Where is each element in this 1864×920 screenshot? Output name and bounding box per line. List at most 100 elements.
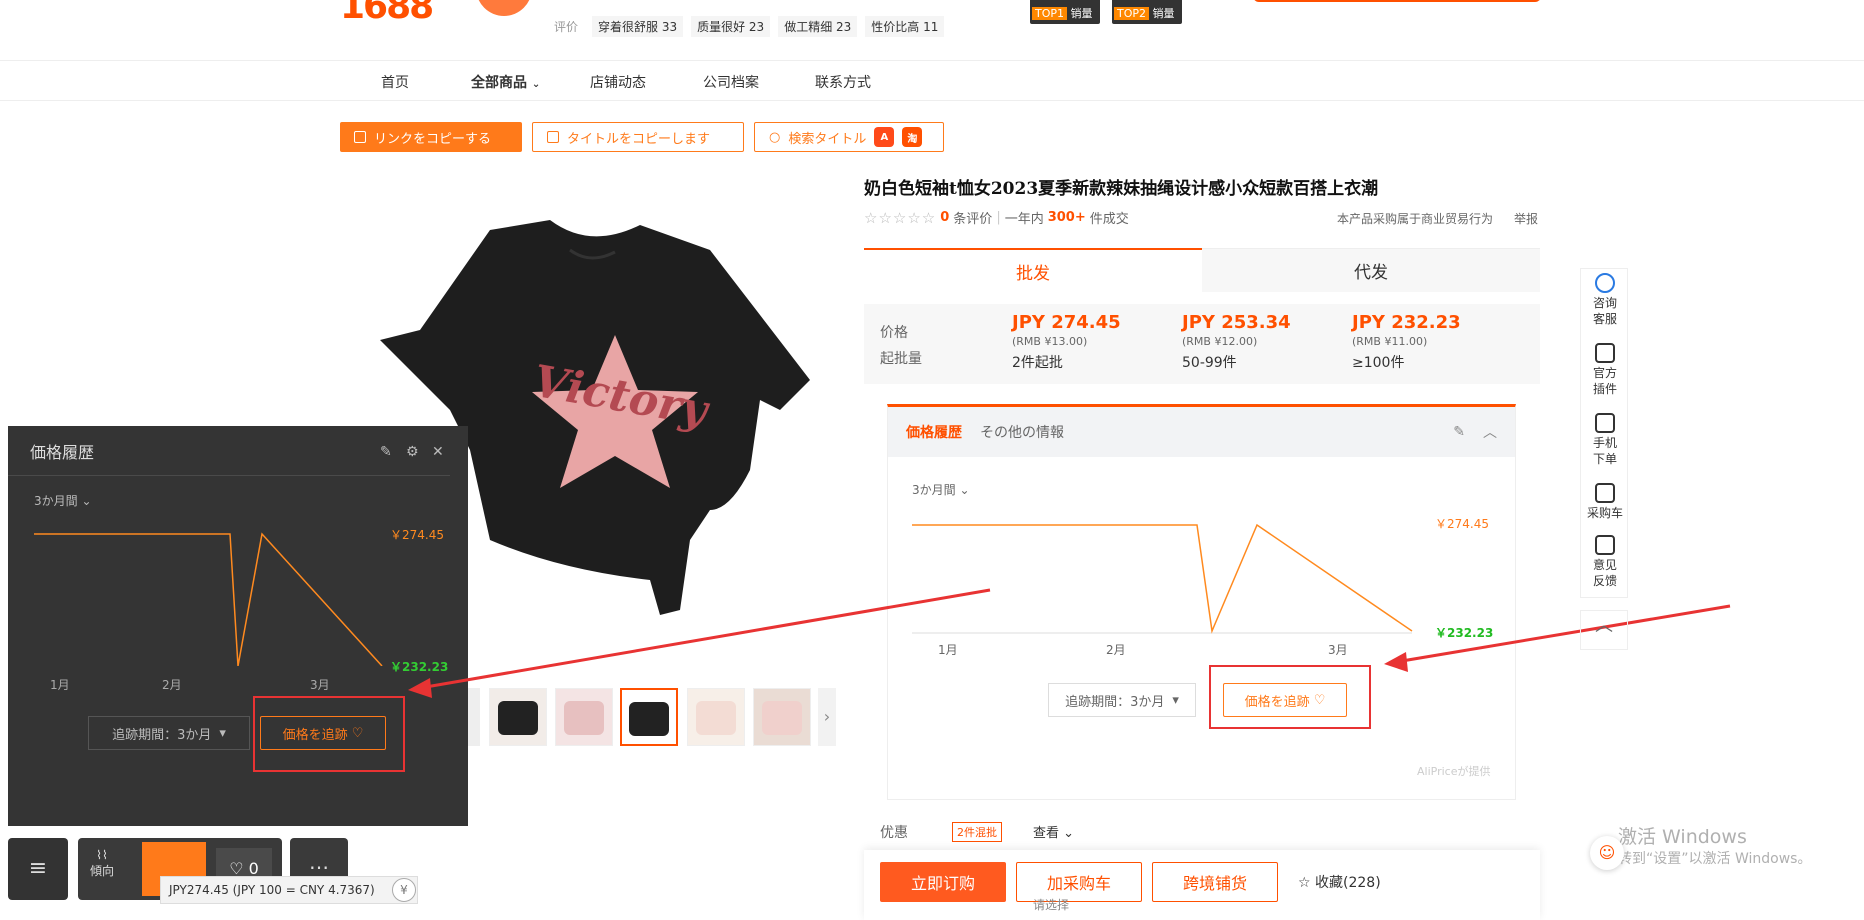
tab-wholesale[interactable]: 批发 <box>864 248 1202 292</box>
tier-qty: 2件起批 <box>1012 355 1063 371</box>
store-search-box[interactable] <box>1253 0 1541 2</box>
period-label: 3か月間 <box>34 494 78 508</box>
caret-down-icon: ▾ <box>219 725 226 741</box>
favorite-button[interactable]: ☆ 收藏(228) <box>1298 872 1381 892</box>
chart-icon: ⌇⌇ <box>96 848 108 862</box>
track-period-select[interactable]: 追跡期間：3か月 ▾ <box>88 716 250 750</box>
floating-panel-title: 価格履歴 <box>30 442 95 462</box>
period-label: 3か月間 <box>912 483 956 497</box>
nav-all-products[interactable]: 全部商品 ⌄ <box>471 72 540 92</box>
sidebar-item-cart[interactable]: 采购车 <box>1581 483 1629 521</box>
dock-trend-label: 傾向 <box>90 864 115 878</box>
chevron-down-icon: ⌄ <box>531 79 541 90</box>
back-to-top-icon[interactable]: ︿ <box>1580 610 1628 650</box>
sidebar-item-plugin[interactable]: 官方 插件 <box>1581 343 1629 397</box>
thumbnail-selected[interactable] <box>620 688 678 746</box>
nav-store-news[interactable]: 店铺动态 <box>590 72 646 92</box>
buy-bar: 立即订购 加采购车 跨境铺货 ☆ 收藏(228) <box>864 850 1540 920</box>
sidebar-item-label: 咨询 客服 <box>1592 296 1617 326</box>
close-icon[interactable]: ✕ <box>432 444 444 460</box>
edit-icon[interactable]: ✎ <box>380 444 392 460</box>
rating-tag[interactable]: 穿着很舒服 33 <box>592 16 684 37</box>
nav-home[interactable]: 首页 <box>381 72 409 92</box>
sidebar-item-service[interactable]: 咨询 客服 <box>1581 273 1629 327</box>
promo-view-toggle[interactable]: 查看 ⌄ <box>1033 822 1074 841</box>
track-period-select[interactable]: 追跡期間：3か月 ▾ <box>1048 683 1196 717</box>
top2-sales-badge[interactable]: TOP2 销量 <box>1112 0 1182 24</box>
favorite-label: 收藏(228) <box>1315 875 1381 891</box>
track-period-label: 追跡期間：3か月 <box>1065 694 1165 710</box>
exchange-rate-text: JPY274.45 (JPY 100 = CNY 4.7367) <box>169 883 375 897</box>
month-tick: 2月 <box>1106 643 1126 657</box>
provider-note: AliPriceが提供 <box>1417 765 1491 778</box>
edit-icon[interactable]: ✎ <box>1453 424 1465 440</box>
sales-prefix: 一年内 <box>1004 212 1044 227</box>
gear-icon[interactable]: ⚙ <box>406 444 419 460</box>
rating-row: ☆☆☆☆☆ 0 条评价 | 一年内 300+ 件成交 <box>864 208 1129 228</box>
thumbnail-next-arrow-icon[interactable]: › <box>818 688 836 746</box>
cross-border-button[interactable]: 跨境铺货 <box>1152 862 1278 902</box>
select-hint: 请选择 <box>1033 898 1070 912</box>
qr-code-icon <box>1595 413 1615 433</box>
annotation-highlight-box <box>1209 665 1371 729</box>
sidebar-item-label: 意见 反馈 <box>1592 558 1617 588</box>
search-title-label: 検索タイトル <box>788 131 867 147</box>
tier-qty: 50-99件 <box>1182 355 1237 371</box>
tab-other-info[interactable]: その他の情報 <box>980 422 1064 442</box>
copy-title-label: タイトルをコピーします <box>567 131 711 147</box>
tier-price: JPY 274.45 <box>1012 312 1121 333</box>
ratings-label: 评价 <box>554 20 579 34</box>
tab-price-history[interactable]: 価格履歴 <box>906 422 962 442</box>
price-line <box>912 523 1413 634</box>
rating-tag[interactable]: 质量很好 23 <box>691 16 771 37</box>
buy-now-button[interactable]: 立即订购 <box>880 862 1006 902</box>
dock-home-button[interactable]: ≡ <box>8 838 68 900</box>
month-tick: 1月 <box>50 678 70 692</box>
divider: | <box>996 210 1001 225</box>
copy-link-button[interactable]: リンクをコピーする <box>340 122 522 152</box>
period-select[interactable]: 3か月間 ⌄ <box>34 492 92 509</box>
sidebar-item-label: 采购车 <box>1586 506 1623 520</box>
store-logo: 1688 <box>340 0 434 27</box>
taobao-logo-icon[interactable]: 淘 <box>902 127 923 147</box>
review-count[interactable]: 0 <box>940 210 949 225</box>
aliprice-panel: 価格履歴 その他の情報 ✎ ︿ 3か月間 ⌄ ￥274.45 ￥232.23 1… <box>887 404 1516 800</box>
nav-contact[interactable]: 联系方式 <box>815 72 871 92</box>
high-price-label: ￥274.45 <box>1435 517 1489 531</box>
report-link[interactable]: 举报 <box>1514 210 1538 227</box>
rating-tag[interactable]: 性价比高 11 <box>865 16 945 37</box>
price-tier: JPY 232.23 (RMB ¥11.00) ≥100件 <box>1352 312 1461 372</box>
puzzle-icon <box>1595 343 1615 363</box>
windows-activation-hint: 转到“设置”以激活 Windows。 <box>1618 851 1812 867</box>
currency-switch-icon[interactable]: ¥ <box>392 878 416 902</box>
price-tier: JPY 274.45 (RMB ¥13.00) 2件起批 <box>1012 312 1121 372</box>
assistant-icon[interactable]: ☺ <box>1590 836 1624 870</box>
period-select[interactable]: 3か月間 ⌄ <box>912 481 970 498</box>
thumbnail[interactable] <box>489 688 547 746</box>
thumbnail[interactable] <box>555 688 613 746</box>
month-tick: 3月 <box>310 678 330 692</box>
top1-sales-badge[interactable]: TOP1 销量 <box>1030 0 1100 24</box>
tab-dropship[interactable]: 代发 <box>1202 248 1540 292</box>
thumbnail[interactable] <box>753 688 811 746</box>
copy-title-button[interactable]: タイトルをコピーします <box>532 122 744 152</box>
dock-trend-button[interactable]: ⌇⌇ 傾向 <box>90 848 114 879</box>
aliexpress-logo-icon[interactable]: A <box>874 127 895 147</box>
thumbnail[interactable] <box>687 688 745 746</box>
month-tick: 1月 <box>938 643 958 657</box>
annotation-highlight-box <box>253 696 405 772</box>
price-tiers: 价格 起批量 JPY 274.45 (RMB ¥13.00) 2件起批 JPY … <box>864 304 1540 384</box>
rating-tag[interactable]: 做工精细 23 <box>778 16 858 37</box>
sidebar-item-feedback[interactable]: 意见 反馈 <box>1581 535 1629 589</box>
badge-rank: TOP2 <box>1114 7 1150 20</box>
nav-company-profile[interactable]: 公司档案 <box>703 72 759 92</box>
nav-label: 全部商品 <box>471 75 527 91</box>
price-label: 价格 <box>880 325 908 341</box>
floating-price-chart <box>34 532 383 666</box>
price-line <box>34 532 383 666</box>
sidebar-item-mobile-order[interactable]: 手机 下单 <box>1581 413 1629 467</box>
caret-down-icon: ▾ <box>1172 692 1179 708</box>
tier-rmb: (RMB ¥11.00) <box>1352 335 1428 348</box>
search-title-button[interactable]: ○ 検索タイトル A 淘 <box>754 122 944 152</box>
collapse-icon[interactable]: ︿ <box>1483 422 1497 442</box>
